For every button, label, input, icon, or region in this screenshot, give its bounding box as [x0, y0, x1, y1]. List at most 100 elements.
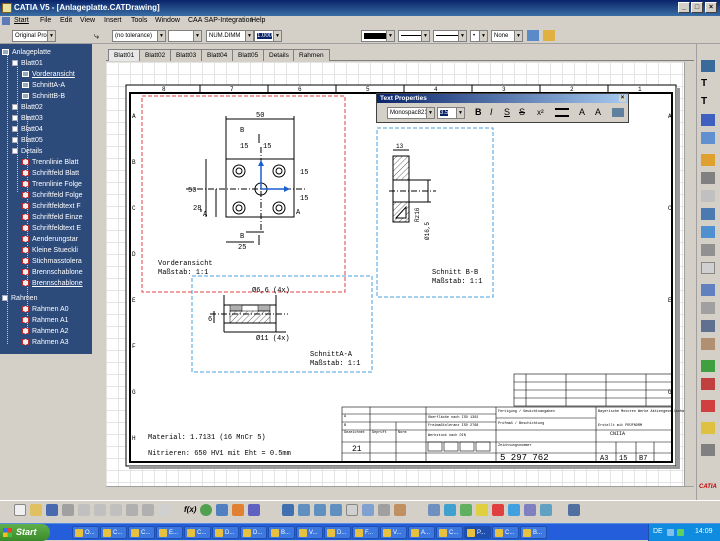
tree-root[interactable]: Anlageplatte [2, 49, 51, 56]
grid-icon[interactable] [701, 244, 715, 256]
tree-blatt05[interactable]: Blatt05 [12, 137, 43, 144]
line-thickness-combo[interactable]: ▼ [433, 30, 467, 42]
line-color-combo[interactable]: ▼ [361, 30, 395, 42]
section-b-top-label[interactable]: B [240, 127, 244, 135]
view-frame-icon[interactable] [701, 262, 715, 274]
tree-schnitt-bb[interactable]: SchnittB-B [22, 93, 65, 100]
undo-icon[interactable] [126, 504, 138, 516]
taskbar-item[interactable]: E... [156, 526, 183, 539]
section-aa-dia1[interactable]: Ø6,6 (4x) [252, 286, 290, 295]
tolerance-combo[interactable]: (no tolerance) ▼ [112, 30, 166, 42]
front-dim-28[interactable]: 28 [193, 205, 201, 213]
tree-detail-item[interactable]: Schriftfeldtext E [22, 225, 81, 232]
filter-icon[interactable] [476, 504, 488, 516]
front-dim-bottom[interactable]: 25 [238, 244, 246, 252]
analysis-icon[interactable] [460, 504, 472, 516]
open-file-icon[interactable] [30, 504, 42, 516]
view-icon[interactable] [444, 504, 456, 516]
menu-file[interactable]: File [40, 17, 51, 24]
hardening-note[interactable]: Nitrieren: 650 HV1 mit Eht = 0.5mm [148, 450, 291, 458]
taskbar-item[interactable]: C... [436, 526, 463, 539]
copy-icon[interactable] [94, 504, 106, 516]
tab-blatt04[interactable]: Blatt04 [201, 49, 234, 61]
tree-detail-item[interactable]: Trennlinie Folge [22, 181, 82, 188]
taskbar-item[interactable]: B... [520, 526, 547, 539]
horizontal-scrollbar[interactable] [106, 486, 694, 496]
section-bb-dim-13[interactable]: 13 [396, 143, 404, 150]
pan-icon[interactable] [298, 504, 310, 516]
redo-icon[interactable] [142, 504, 154, 516]
formula-icon[interactable]: f(x) [184, 505, 196, 514]
section-aa-dim-6[interactable]: 6 [208, 316, 212, 324]
font-name-combo[interactable]: Monospac821 ▼ [387, 107, 435, 119]
tree-detail-item[interactable]: Schriftfeld Blatt [22, 170, 79, 177]
underline-button[interactable]: S [504, 107, 510, 117]
anchor-icon[interactable]: ⤷ [94, 31, 99, 42]
precision-combo[interactable]: 1.000 ▼ [254, 30, 282, 42]
detail-view-icon[interactable] [701, 226, 715, 238]
tree-rahmen-item[interactable]: Rahmen A0 [22, 306, 69, 313]
front-dim-15a[interactable]: 15 [240, 143, 248, 151]
menu-insert[interactable]: Insert [104, 17, 122, 24]
geometry-icon[interactable] [701, 284, 715, 296]
sketch-icon[interactable] [701, 60, 715, 72]
style-combo[interactable]: Original Pro ▼ [12, 30, 56, 42]
line-icon[interactable] [701, 172, 715, 184]
tray-icon[interactable] [677, 529, 684, 536]
menu-window[interactable]: Window [155, 17, 180, 24]
section-aa-scale[interactable]: Maßstab: 1:1 [310, 360, 360, 368]
tab-blatt03[interactable]: Blatt03 [170, 49, 203, 61]
superscript-icon[interactable]: x² [537, 108, 544, 117]
circle-icon[interactable] [701, 302, 715, 314]
minimize-button[interactable]: _ [678, 2, 690, 13]
taskbar-item-active[interactable]: P... [464, 526, 491, 539]
update-icon[interactable] [701, 444, 715, 456]
grid-toggle-icon[interactable] [524, 504, 536, 516]
zoom-out-icon[interactable] [330, 504, 342, 516]
taskbar-item[interactable]: O... [72, 526, 99, 539]
section-bb-dia[interactable]: Ø16,5 [424, 222, 431, 240]
front-dim-top[interactable]: 50 [256, 112, 264, 120]
section-aa-dia2[interactable]: Ø11 (4x) [256, 334, 290, 343]
tree-blatt04[interactable]: Blatt04 [12, 126, 43, 133]
tree-rahmen-item[interactable]: Rahmen A1 [22, 317, 69, 324]
roughness-icon[interactable] [701, 400, 715, 412]
format-painter-icon[interactable] [527, 30, 539, 41]
tree-detail-item[interactable]: Trennlinie Blatt [22, 159, 78, 166]
pattern-icon[interactable] [543, 30, 555, 41]
datum-icon[interactable] [701, 378, 715, 390]
table-icon[interactable] [701, 422, 715, 434]
sheet-icon[interactable] [428, 504, 440, 516]
section-view-icon[interactable] [701, 208, 715, 220]
normal-view-icon[interactable] [362, 504, 374, 516]
snap-icon[interactable] [508, 504, 520, 516]
taskbar-item[interactable]: V... [380, 526, 407, 539]
tolerance-value-combo[interactable]: ▼ [168, 30, 202, 42]
tab-blatt02[interactable]: Blatt02 [139, 49, 172, 61]
tree-detail-item[interactable]: Stichmasstolera [22, 258, 82, 265]
front-dim-15d[interactable]: 15 [300, 195, 308, 203]
bold-button[interactable]: B [475, 107, 482, 117]
material-note[interactable]: Material: 1.7131 (16 MnCr 5) [148, 434, 266, 442]
drawing-number[interactable]: 5 297 762 [500, 453, 549, 463]
text-leader-icon[interactable]: T [701, 96, 715, 108]
tree-detail-item[interactable]: Schriftfeldtext F [22, 203, 81, 210]
cut-icon[interactable] [78, 504, 90, 516]
front-dim-15b[interactable]: 15 [263, 143, 271, 151]
front-view-label[interactable]: Vorderansicht [158, 260, 213, 268]
catia-menu-icon[interactable] [2, 17, 10, 25]
tree-rahmen-item[interactable]: Rahmen A2 [22, 328, 69, 335]
menu-start[interactable]: Start [14, 17, 29, 24]
arrow-icon[interactable] [701, 320, 715, 332]
clock[interactable]: 14:09 [695, 528, 713, 535]
quantity[interactable]: 21 [352, 445, 362, 454]
maximize-button[interactable]: □ [691, 2, 703, 13]
tab-rahmen[interactable]: Rahmen [293, 49, 330, 61]
tree-rahmen[interactable]: Rahmen [2, 295, 37, 302]
tab-details[interactable]: Details [263, 49, 295, 61]
section-b-bottom-label[interactable]: B [240, 233, 244, 241]
sheet-format[interactable]: A3 [600, 455, 608, 463]
tree-details[interactable]: Details [12, 148, 42, 155]
font-frame-icon[interactable]: A [579, 107, 585, 117]
text-style-icon[interactable] [612, 108, 624, 117]
